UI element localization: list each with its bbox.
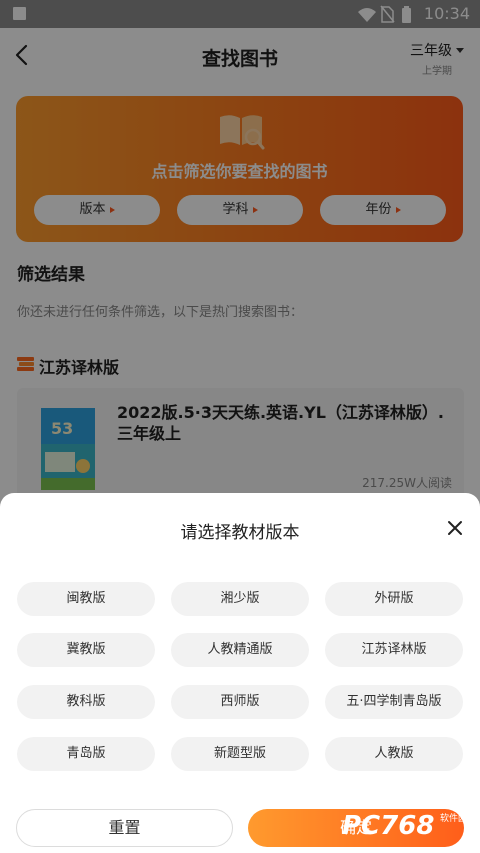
watermark-logo: PC768 软件园	[342, 811, 467, 841]
edition-option[interactable]: 人教精通版	[171, 633, 309, 667]
sheet-title: 请选择教材版本	[180, 523, 300, 543]
edition-option[interactable]: 江苏译林版	[325, 633, 463, 667]
edition-option[interactable]: 西师版	[171, 685, 309, 719]
watermark-text: PC768	[342, 811, 434, 841]
close-button[interactable]	[446, 519, 464, 537]
close-icon	[448, 521, 462, 535]
reset-button[interactable]: 重置	[16, 809, 233, 847]
watermark-sub: 软件园	[440, 812, 467, 824]
edition-option[interactable]: 外研版	[325, 582, 463, 616]
edition-option[interactable]: 新题型版	[171, 737, 309, 771]
edition-option[interactable]: 人教版	[325, 737, 463, 771]
edition-option[interactable]: 冀教版	[17, 633, 155, 667]
edition-picker-sheet: 请选择教材版本 闽教版 湘少版 外研版 冀教版 人教精通版 江苏译林版 教科版 …	[0, 493, 480, 853]
edition-option[interactable]: 教科版	[17, 685, 155, 719]
edition-option[interactable]: 闽教版	[17, 582, 155, 616]
edition-option[interactable]: 湘少版	[171, 582, 309, 616]
edition-option[interactable]: 青岛版	[17, 737, 155, 771]
edition-option[interactable]: 五·四学制青岛版	[325, 685, 463, 719]
